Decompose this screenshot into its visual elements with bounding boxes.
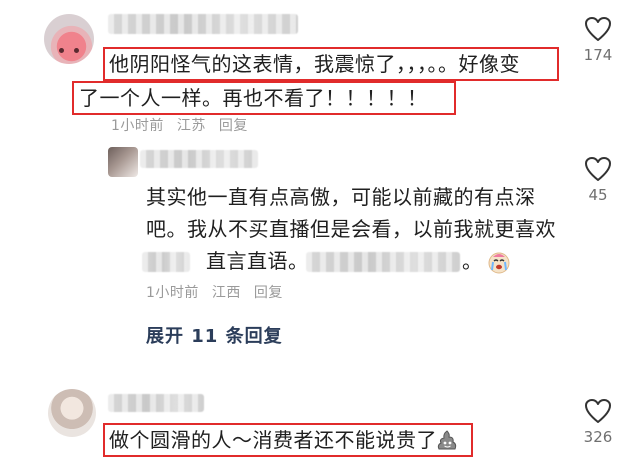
reply-button[interactable]: 回复 (219, 118, 248, 134)
heart-outline-icon (585, 399, 611, 423)
poop-icon (437, 430, 457, 450)
like-button[interactable]: 174 (576, 16, 620, 64)
like-button[interactable]: 326 (576, 398, 620, 446)
comment-meta: 1小时前 江西 回复 (146, 282, 291, 302)
comment-text: 。 (462, 249, 483, 273)
comment-text: 了一个人一样。再也不看了！！！！！ (79, 86, 428, 110)
blurred-username (140, 150, 258, 168)
like-button[interactable]: 45 (576, 156, 620, 204)
blurred-username (108, 14, 298, 34)
crying-face-icon (488, 252, 510, 274)
expand-replies-button[interactable]: 展开 11 条回复 (146, 322, 283, 348)
heart-outline-icon (585, 157, 611, 181)
comment-text: 他阴阳怪气的这表情，我震惊了，，，。。好像变 (109, 52, 520, 76)
comment-time: 1小时前 (146, 285, 199, 301)
comment-text: 吧。我从不买直播但是会看，以前我就更喜欢 (146, 217, 556, 241)
comment-location: 江西 (211, 285, 241, 301)
avatar-eye (59, 48, 64, 53)
like-count: 326 (583, 428, 613, 446)
blurred-text (306, 252, 460, 272)
comment-location: 江苏 (176, 118, 206, 134)
blurred-text (142, 252, 190, 272)
comment-meta: 1小时前 江苏 回复 (111, 115, 256, 135)
avatar[interactable] (44, 14, 94, 64)
comment-text: 其实他一直有点高傲，可能以前藏的有点深 (146, 185, 536, 209)
avatar[interactable] (108, 147, 138, 177)
like-count: 45 (588, 186, 608, 204)
avatar-eye (74, 48, 79, 53)
comment-text: 做个圆滑的人～消费者还不能说贵了 (109, 428, 437, 452)
reply-button[interactable]: 回复 (254, 285, 283, 301)
heart-outline-icon (585, 17, 611, 41)
comment-time: 1小时前 (111, 118, 164, 134)
comment-text: 直言直语。 (206, 249, 309, 273)
avatar[interactable] (48, 389, 96, 437)
like-count: 174 (583, 46, 613, 64)
blurred-username (108, 394, 204, 412)
